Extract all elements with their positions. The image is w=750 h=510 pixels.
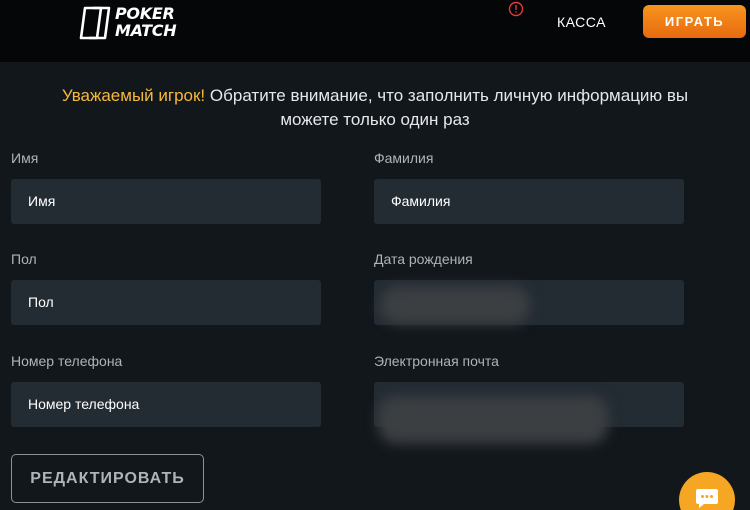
gender-field[interactable]: Пол [11,280,321,325]
first-name-label: Имя [11,150,39,166]
last-name-field[interactable]: Фамилия [374,179,684,224]
phone-field[interactable]: Номер телефона [11,382,321,427]
chat-button[interactable] [679,472,735,510]
redacted-blur [380,286,530,324]
email-label: Электронная почта [374,353,499,369]
poker-match-logo[interactable]: POKER MATCH [79,3,199,43]
chat-icon [696,489,718,508]
email-field[interactable] [374,382,684,444]
first-name-value: Имя [28,193,56,209]
last-name-value: Фамилия [391,193,451,209]
phone-value: Номер телефона [28,396,140,412]
poker-match-logo-icon [79,6,111,40]
logo-wordmark: POKER MATCH [115,4,177,40]
birth-date-field[interactable] [374,280,684,325]
play-button[interactable]: ИГРАТЬ [643,5,746,38]
edit-button[interactable]: РЕДАКТИРОВАТЬ [11,454,204,503]
logo-line-match: MATCH [115,21,177,40]
kassa-link[interactable]: КАССА [557,14,606,30]
phone-label: Номер телефона [11,353,123,369]
top-navigation: POKER MATCH КАССА ИГРАТЬ [0,0,750,62]
notice-highlight: Уважаемый игрок! [61,86,206,105]
logo-line-poker: POKER [115,4,175,23]
notice-text: Обратите внимание, что заполнить личную … [209,86,689,129]
redacted-blur [378,396,608,444]
gender-label: Пол [11,251,37,267]
gender-value: Пол [28,294,54,310]
notice-message: Уважаемый игрок! Обратите внимание, что … [60,84,690,132]
alert-icon[interactable] [508,1,524,17]
birth-date-label: Дата рождения [374,251,473,267]
first-name-field[interactable]: Имя [11,179,321,224]
last-name-label: Фамилия [374,150,434,166]
